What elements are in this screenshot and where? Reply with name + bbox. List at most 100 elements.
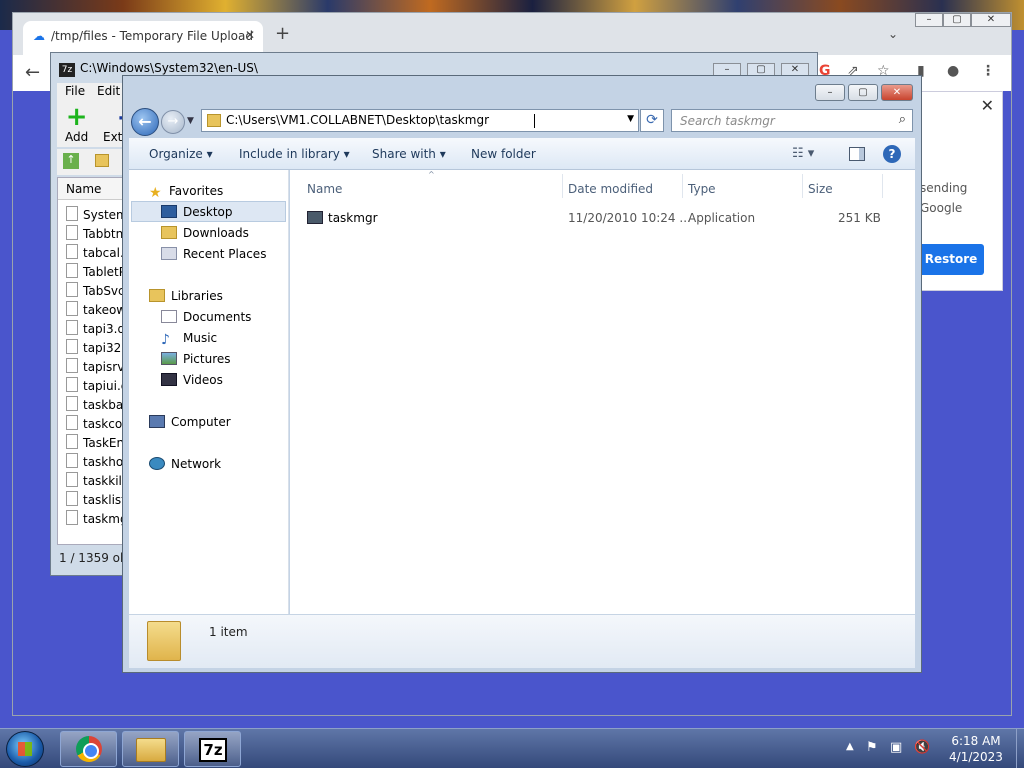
taskbar-chrome-button[interactable] [60, 731, 117, 767]
nav-computer[interactable]: Computer [149, 415, 231, 429]
column-header-size[interactable]: Size [808, 182, 833, 196]
address-dropdown-icon[interactable]: ▼ [627, 114, 634, 124]
nav-libraries[interactable]: Libraries [149, 289, 223, 303]
nav-music[interactable]: ♪ Music [161, 331, 218, 348]
nav-desktop[interactable]: Desktop [161, 205, 233, 219]
7zip-file-row[interactable]: tapi32.c [66, 339, 126, 355]
explorer-minimize-button[interactable]: – [815, 84, 845, 101]
videos-icon [161, 373, 177, 386]
7zip-file-row[interactable]: TabletP [66, 263, 126, 279]
nav-network[interactable]: Network [149, 457, 221, 471]
preview-pane-icon[interactable] [849, 147, 865, 161]
7zip-menu-edit[interactable]: Edit [97, 84, 120, 98]
7zip-file-row[interactable]: taskbar [66, 396, 126, 412]
system-clock[interactable]: 6:18 AM 4/1/2023 [936, 733, 1016, 765]
view-options-icon[interactable]: ☷ ▾ [792, 146, 814, 161]
show-hidden-icons-arrow-icon[interactable]: ▲ [846, 741, 854, 752]
chrome-close-button[interactable]: ✕ [971, 13, 1011, 27]
start-button[interactable] [6, 731, 44, 767]
tab-close-icon[interactable]: ✕ [245, 28, 255, 42]
7zip-file-row[interactable]: taskhos [66, 453, 126, 469]
new-tab-button[interactable]: + [275, 23, 290, 44]
clock-time: 6:18 AM [951, 734, 1001, 748]
profile-avatar-icon[interactable]: ● [947, 63, 959, 79]
computer-icon [149, 415, 165, 428]
nav-music-label: Music [183, 331, 218, 345]
include-label: Include in library [239, 147, 340, 161]
nav-downloads[interactable]: Downloads [161, 226, 249, 240]
7zip-file-row[interactable]: taskmg [66, 510, 126, 526]
libraries-icon [149, 289, 165, 302]
7zip-file-row[interactable]: Tabbtn. [66, 225, 126, 241]
address-bar[interactable]: C:\Users\VM1.COLLABNET\Desktop\taskmgr ▼ [201, 109, 639, 132]
back-arrow-button[interactable]: ← [131, 108, 159, 136]
7zip-menu-file[interactable]: File [65, 84, 85, 98]
restore-button[interactable]: Restore [918, 244, 984, 275]
7zip-file-row[interactable]: taskcon [66, 415, 126, 431]
downloads-icon [161, 226, 177, 239]
7zip-icon: 7z [199, 738, 227, 762]
7zip-file-row[interactable]: TabSvc. [66, 282, 126, 298]
organize-button[interactable]: Organize ▾ [149, 147, 213, 161]
nav-favorites-label: Favorites [169, 184, 224, 198]
nav-videos[interactable]: Videos [161, 373, 223, 387]
recent-places-icon [161, 247, 177, 260]
column-header-name[interactable]: Name [307, 182, 342, 196]
chrome-menu-icon[interactable]: ⋮ [981, 63, 995, 79]
card-close-icon[interactable]: ✕ [981, 96, 994, 115]
refresh-button[interactable]: ⟳ [640, 109, 664, 132]
explorer-maximize-button[interactable]: ▢ [848, 84, 878, 101]
cloud-upload-icon: ☁ [33, 29, 45, 43]
search-input[interactable]: Search taskmgr ⌕ [671, 109, 913, 132]
recent-pages-dropdown-icon[interactable]: ▼ [187, 116, 194, 126]
folder-icon [147, 621, 181, 661]
taskbar: 7z ▲ ⚑ ▣ 🔇 6:18 AM 4/1/2023 [0, 728, 1024, 768]
7zip-file-row[interactable]: tabcal.e [66, 244, 126, 260]
forward-arrow-button[interactable]: → [161, 110, 185, 134]
help-icon[interactable]: ? [883, 145, 901, 163]
chrome-maximize-button[interactable]: ▢ [943, 13, 971, 27]
nav-favorites[interactable]: ★ Favorites [149, 184, 224, 201]
taskbar-7zip-button[interactable]: 7z [184, 731, 241, 767]
command-bar: Organize ▾ Include in library ▾ Share wi… [129, 138, 915, 170]
7zip-add-button[interactable]: + Add [65, 104, 88, 144]
share-with-button[interactable]: Share with ▾ [372, 147, 446, 161]
7zip-file-list: Name SystemI Tabbtn. tabcal.e TabletP Ta… [57, 177, 128, 545]
search-icon[interactable]: ⌕ [899, 112, 906, 127]
application-icon [307, 211, 323, 224]
7zip-file-row[interactable]: tasklist. [66, 491, 126, 507]
7zip-file-row[interactable]: taskkill. [66, 472, 126, 488]
tab-search-chevron-icon[interactable]: ⌄ [888, 27, 898, 41]
chrome-back-button[interactable]: ← [25, 62, 40, 83]
chrome-tab[interactable]: ☁ /tmp/files - Temporary File Upload ✕ [23, 21, 263, 55]
item-count: 1 item [209, 625, 248, 639]
action-center-flag-icon[interactable]: ⚑ [866, 740, 882, 756]
search-placeholder: Search taskmgr [680, 114, 775, 128]
network-status-icon[interactable]: ▣ [890, 740, 906, 756]
taskbar-explorer-button[interactable] [122, 731, 179, 767]
show-desktop-button[interactable] [1016, 729, 1024, 768]
desktop-icon [161, 205, 177, 218]
7zip-file-row[interactable]: SystemI [66, 206, 126, 222]
file-row[interactable]: taskmgr 11/20/2010 10:24 ... Application… [290, 200, 915, 228]
nav-documents-label: Documents [183, 310, 252, 324]
chrome-minimize-button[interactable]: – [915, 13, 943, 27]
nav-pictures[interactable]: Pictures [161, 352, 231, 366]
organize-label: Organize [149, 147, 203, 161]
column-header-type[interactable]: Type [688, 182, 716, 196]
7zip-file-row[interactable]: tapiui.d [66, 377, 126, 393]
7zip-file-row[interactable]: takeowr [66, 301, 126, 317]
column-header-date[interactable]: Date modified [568, 182, 653, 196]
7zip-file-row[interactable]: TaskEng [66, 434, 126, 450]
7zip-file-row[interactable]: tapi3.dl [66, 320, 126, 336]
7zip-name-column-header[interactable]: Name [58, 178, 128, 200]
nav-documents[interactable]: Documents [161, 310, 251, 324]
7zip-file-row[interactable]: tapisrv. [66, 358, 126, 374]
volume-muted-icon[interactable]: 🔇 [914, 740, 930, 756]
explorer-close-button[interactable]: ✕ [881, 84, 913, 101]
new-folder-button[interactable]: New folder [471, 147, 536, 161]
up-folder-icon[interactable]: ↑ [63, 153, 79, 169]
explorer-window-controls: – ▢ ✕ [815, 84, 915, 102]
include-in-library-button[interactable]: Include in library ▾ [239, 147, 350, 161]
nav-recent-places[interactable]: Recent Places [161, 247, 266, 261]
